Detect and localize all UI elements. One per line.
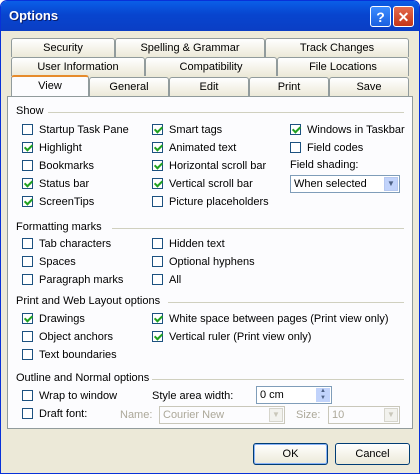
font-name-value: Courier New	[163, 409, 225, 421]
name-label: Name:	[120, 409, 153, 421]
tab-row-1: Security Spelling & Grammar Track Change…	[11, 38, 409, 57]
size-label: Size:	[296, 409, 321, 421]
style-area-width-value: 0 cm	[260, 389, 284, 401]
dropdown-arrow-icon[interactable]: ▼	[269, 408, 283, 422]
checkbox-box[interactable]	[22, 142, 33, 153]
checkbox-box[interactable]	[152, 124, 163, 135]
checkbox-box[interactable]	[290, 142, 301, 153]
checkbox-box[interactable]	[152, 313, 163, 324]
show-group-label: Show	[16, 105, 44, 117]
checkbox-box[interactable]	[152, 331, 163, 342]
tab-compatibility[interactable]: Compatibility	[145, 57, 277, 76]
style-area-width-label: Style area width:	[152, 390, 234, 402]
dialog-title: Options	[9, 8, 59, 23]
checkbox-box[interactable]	[152, 178, 163, 189]
checkbox-box[interactable]	[22, 274, 33, 285]
field-shading-value: When selected	[294, 178, 367, 190]
checkbox-box[interactable]	[152, 142, 163, 153]
checkbox-box[interactable]	[152, 238, 163, 249]
checkbox-box[interactable]	[22, 196, 33, 207]
help-button[interactable]: ?	[370, 6, 391, 27]
dropdown-arrow-icon[interactable]: ▼	[384, 408, 398, 422]
field-shading-select[interactable]: When selected ▼	[290, 175, 400, 193]
font-name-select[interactable]: Courier New ▼	[159, 406, 285, 424]
close-button[interactable]: ✕	[393, 6, 414, 27]
tab-user-information[interactable]: User Information	[11, 57, 145, 76]
formatting-separator	[112, 228, 404, 229]
checkbox-box[interactable]	[22, 160, 33, 171]
outline-separator	[152, 379, 404, 380]
checkbox-box[interactable]	[22, 238, 33, 249]
cancel-button[interactable]: Cancel	[335, 443, 410, 465]
font-size-value: 10	[332, 409, 345, 421]
tab-view[interactable]: View	[11, 75, 89, 96]
checkbox-box[interactable]	[22, 331, 33, 342]
formatting-group-label: Formatting marks	[16, 221, 102, 233]
tab-row-3: View General Edit Print Save	[11, 75, 409, 96]
field-shading-label: Field shading:	[290, 159, 359, 171]
tab-spelling-grammar[interactable]: Spelling & Grammar	[115, 38, 265, 57]
outline-group-label: Outline and Normal options	[16, 372, 150, 384]
tab-file-locations[interactable]: File Locations	[277, 57, 409, 76]
tab-save[interactable]: Save	[329, 77, 409, 96]
tab-general[interactable]: General	[89, 77, 169, 96]
checkbox-box[interactable]	[22, 408, 33, 419]
options-dialog: Options ? ✕ Security Spelling & Grammar …	[0, 0, 420, 474]
dropdown-arrow-icon[interactable]: ▼	[384, 177, 398, 191]
checkbox-box[interactable]	[152, 196, 163, 207]
checkbox-box[interactable]	[22, 256, 33, 267]
font-size-select[interactable]: 10 ▼	[328, 406, 400, 424]
checkbox-box[interactable]	[22, 178, 33, 189]
ok-button[interactable]: OK	[253, 443, 328, 465]
tab-track-changes[interactable]: Track Changes	[265, 38, 409, 57]
checkbox-box[interactable]	[22, 124, 33, 135]
checkbox-box[interactable]	[152, 274, 163, 285]
show-separator	[48, 112, 404, 113]
print-web-separator	[168, 302, 404, 303]
checkbox-box[interactable]	[22, 390, 33, 401]
spinner-icon[interactable]: ▲ ▼	[316, 388, 330, 402]
tab-edit[interactable]: Edit	[169, 77, 249, 96]
checkbox-box[interactable]	[152, 256, 163, 267]
checkbox-box[interactable]	[22, 349, 33, 360]
checkbox-box[interactable]	[152, 160, 163, 171]
style-area-width-input[interactable]: 0 cm ▲ ▼	[256, 386, 332, 404]
tab-row-2: User Information Compatibility File Loca…	[11, 57, 409, 76]
tab-print[interactable]: Print	[249, 77, 329, 96]
checkbox-box[interactable]	[22, 313, 33, 324]
view-panel: Show Startup Task Pane Highlight Bookmar…	[7, 96, 413, 429]
tab-security[interactable]: Security	[11, 38, 115, 57]
title-bar: Options ? ✕	[1, 1, 419, 31]
checkbox-box[interactable]	[290, 124, 301, 135]
print-web-group-label: Print and Web Layout options	[16, 295, 161, 307]
